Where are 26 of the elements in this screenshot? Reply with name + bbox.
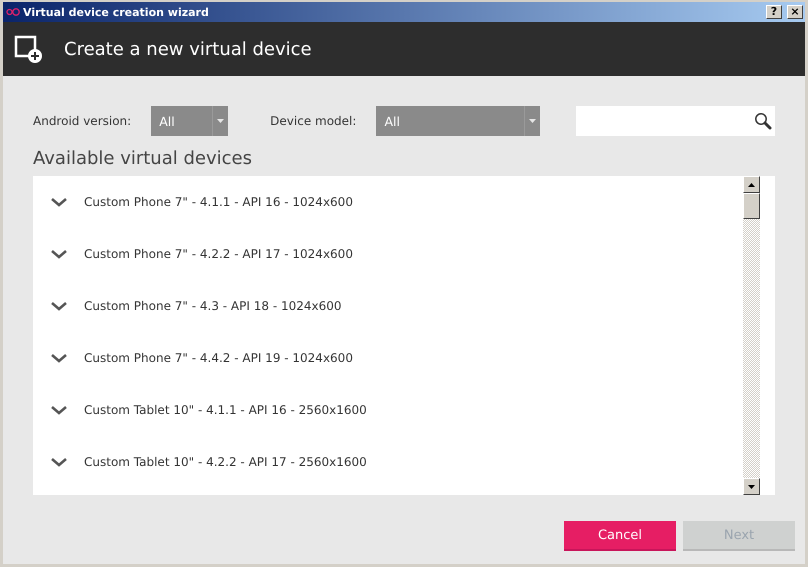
scroll-down-button[interactable] bbox=[743, 478, 760, 495]
device-item[interactable]: Custom Phone 7" - 4.1.1 - API 16 - 1024x600 bbox=[33, 176, 743, 228]
filter-label: Android version: bbox=[33, 114, 132, 128]
device-item[interactable]: Custom Phone 7" - 4.3 - API 18 - 1024x600 bbox=[33, 280, 743, 332]
help-button[interactable]: ? bbox=[766, 5, 782, 19]
up-arrow-icon bbox=[748, 182, 755, 186]
scrollbar[interactable] bbox=[743, 176, 760, 495]
page-title: Create a new virtual device bbox=[64, 38, 312, 60]
window-title: Virtual device creation wizard bbox=[23, 6, 209, 18]
close-button[interactable]: × bbox=[787, 5, 803, 19]
search-field[interactable] bbox=[576, 106, 775, 136]
section-heading: Available virtual devices bbox=[33, 148, 253, 169]
app-logo-icon bbox=[6, 8, 20, 16]
down-arrow-icon bbox=[748, 484, 755, 488]
caret-icon bbox=[529, 119, 536, 123]
new-device-icon bbox=[13, 34, 43, 64]
device-item[interactable]: Custom Tablet 10" - 4.2.2 - API 17 - 2560x1600 bbox=[33, 436, 743, 488]
scroll-thumb[interactable] bbox=[743, 193, 760, 219]
device-item[interactable]: Custom Tablet 10" - 4.1.1 - API 16 - 2560x1600 bbox=[33, 384, 743, 436]
caret-icon bbox=[217, 119, 224, 123]
search-icon bbox=[754, 112, 772, 130]
device-item[interactable]: Custom Phone 7" - 4.4.2 - API 19 - 1024x600 bbox=[33, 332, 743, 384]
cancel-button[interactable]: Cancel bbox=[564, 521, 676, 551]
scroll-up-button[interactable] bbox=[743, 176, 760, 193]
device-item[interactable]: Custom Phone 7" - 4.2.2 - API 17 - 1024x600 bbox=[33, 228, 743, 280]
filter-label: Device model: bbox=[270, 114, 356, 128]
